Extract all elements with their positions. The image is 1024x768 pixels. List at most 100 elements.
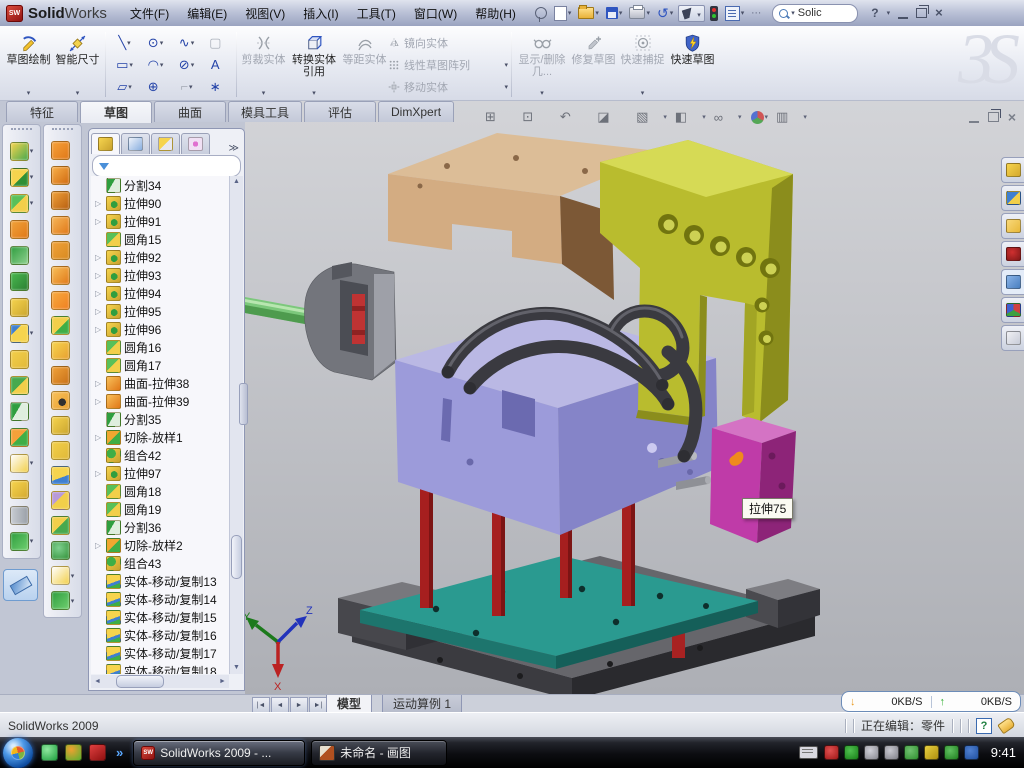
previous-view-icon[interactable]: ↶ ▾ <box>558 108 591 126</box>
tree-item[interactable]: 圆角15 <box>91 230 229 248</box>
move-copy-body-icon[interactable] <box>10 428 29 447</box>
spline-icon[interactable]: ∿ ▾ <box>171 32 202 54</box>
menu-item[interactable]: 工具(T) <box>348 0 405 26</box>
quick-launch-overflow-icon[interactable]: » <box>116 745 123 760</box>
save-button[interactable]: ▾ <box>604 4 625 22</box>
linear-pattern-icon[interactable] <box>10 324 29 343</box>
featuremanager-tab[interactable] <box>91 133 120 154</box>
sync-icon[interactable] <box>904 745 919 760</box>
tree-item[interactable]: 实体-移动/复制14 <box>91 590 229 608</box>
expand-arrow-icon[interactable] <box>95 253 103 262</box>
tree-item[interactable]: 分割36 <box>91 518 229 536</box>
tree-vertical-scrollbar[interactable]: ▲ ▼ <box>229 176 243 674</box>
taskbar-button-solidworks[interactable]: SW SolidWorks 2009 - ... <box>133 740 305 766</box>
knit-surface-icon[interactable] <box>51 341 70 360</box>
propertymanager-tab[interactable] <box>121 133 150 154</box>
planar-surface-icon[interactable] <box>51 291 70 310</box>
view-palette-icon[interactable] <box>1001 269 1024 295</box>
expand-arrow-icon[interactable] <box>95 325 103 334</box>
security-alert-icon[interactable] <box>824 745 839 760</box>
reference-plane-icon[interactable] <box>10 480 29 499</box>
select-tool-button[interactable]: ▾ <box>678 5 705 22</box>
shut-off-surface-icon[interactable] <box>51 466 70 485</box>
menu-item[interactable]: 文件(F) <box>121 0 178 26</box>
view-orientation-icon[interactable]: ▧ ▾ <box>634 108 669 126</box>
first-tab-button[interactable]: |◄ <box>252 697 270 713</box>
scroll-down-icon[interactable]: ▼ <box>230 662 243 674</box>
circle-icon[interactable]: ⊙ ▾ <box>140 32 171 54</box>
last-tab-button[interactable]: ►| <box>309 697 327 713</box>
prev-tab-button[interactable]: ◄ <box>271 697 289 713</box>
tags-icon[interactable] <box>997 717 1016 735</box>
parting-surface-icon[interactable] <box>51 491 70 510</box>
tree-item[interactable]: 拉伸90 <box>91 194 229 212</box>
expand-arrow-icon[interactable] <box>95 469 103 478</box>
custom-properties-icon[interactable] <box>1001 325 1024 351</box>
tree-item[interactable]: 拉伸94 <box>91 284 229 302</box>
solidworks-quicklaunch-icon[interactable] <box>89 744 106 761</box>
expand-arrow-icon[interactable] <box>95 541 103 550</box>
configurationmanager-tab[interactable] <box>151 133 180 154</box>
ribbon-tab[interactable]: 特征 <box>6 101 78 122</box>
design-library-icon[interactable] <box>1001 185 1024 211</box>
close-button[interactable]: × <box>935 8 943 18</box>
zoom-fit-icon[interactable]: ⊞ ▾ <box>483 108 516 126</box>
tree-item[interactable]: 组合43 <box>91 554 229 572</box>
scroll-thumb[interactable] <box>116 675 164 688</box>
ribbon-tab[interactable]: 评估 <box>304 101 376 122</box>
tree-item[interactable]: 实体-移动/复制15 <box>91 608 229 626</box>
ruled-surface-icon[interactable] <box>51 216 70 235</box>
convert-entities-button[interactable]: 转换实体引用 ▾ <box>287 29 341 100</box>
curve-icon[interactable] <box>10 532 29 551</box>
lofted-boss-icon[interactable] <box>10 246 29 265</box>
reference-axis-icon[interactable] <box>10 506 29 525</box>
ellipse-icon[interactable]: ⊘ ▾ <box>171 54 202 76</box>
freeform-icon[interactable] <box>51 316 70 335</box>
start-button[interactable] <box>3 738 33 768</box>
replace-face-icon[interactable] <box>51 416 70 435</box>
tree-item[interactable]: 实体-移动/复制13 <box>91 572 229 590</box>
expand-arrow-icon[interactable] <box>95 289 103 298</box>
expand-arrow-icon[interactable] <box>95 199 103 208</box>
doc-close-button[interactable]: × <box>1008 109 1016 125</box>
tree-item[interactable]: 分割34 <box>91 176 229 194</box>
minimize-button[interactable] <box>898 7 908 19</box>
revolved-surface-icon[interactable] <box>51 166 70 185</box>
pin-icon[interactable] <box>533 4 549 22</box>
extended-surface-icon[interactable] <box>51 241 70 260</box>
appearances-icon[interactable] <box>1001 297 1024 323</box>
help-button[interactable]: ? <box>871 6 878 20</box>
ribbon-tab[interactable]: DimXpert <box>378 101 454 122</box>
surface-sparkle-icon[interactable] <box>51 566 70 585</box>
sketch-dropdown-icon[interactable]: ▾ <box>27 89 31 97</box>
sketch-text-icon[interactable]: A ▾ <box>202 54 233 76</box>
delete-face-icon[interactable] <box>51 391 70 410</box>
tree-horizontal-scrollbar[interactable]: ◄ ► <box>91 675 229 688</box>
menu-item[interactable]: 编辑(E) <box>178 0 236 26</box>
tooling-split-icon[interactable] <box>51 516 70 535</box>
sketch-button[interactable]: 草图绘制 ▾ <box>4 29 53 100</box>
messenger-icon[interactable] <box>41 744 58 761</box>
sw-search-icon[interactable] <box>1001 241 1024 267</box>
taskbar-button-paint[interactable]: 未命名 - 画图 <box>311 740 447 766</box>
tree-item[interactable]: 拉伸96 <box>91 320 229 338</box>
tree-item[interactable]: 拉伸95 <box>91 302 229 320</box>
tree-item[interactable]: 分割35 <box>91 410 229 428</box>
split-icon[interactable] <box>10 402 29 421</box>
print-button[interactable]: ▾ <box>627 4 652 22</box>
undo-button[interactable]: ↺▾ <box>655 4 675 22</box>
smart-dimension-button[interactable]: 智能尺寸 ▾ <box>53 29 102 100</box>
select-contour-icon[interactable]: ▢ ▾ <box>202 32 233 54</box>
ribbon-tab[interactable]: 曲面 <box>154 101 226 122</box>
toolbar-grip[interactable] <box>52 128 73 135</box>
tree-item[interactable]: 切除-放样1 <box>91 428 229 446</box>
menu-item[interactable]: 帮助(H) <box>466 0 525 26</box>
tree-item[interactable]: 圆角19 <box>91 500 229 518</box>
slot-icon[interactable]: ▱ ▾ <box>109 76 140 98</box>
tree-item[interactable]: 圆角16 <box>91 338 229 356</box>
options-button[interactable]: ▾ <box>723 4 747 22</box>
tree-item[interactable]: 拉伸93 <box>91 266 229 284</box>
shell-icon[interactable] <box>10 298 29 317</box>
scroll-left-icon[interactable]: ◄ <box>91 678 104 685</box>
zoom-area-icon[interactable]: ⊡ ▾ <box>520 108 553 126</box>
